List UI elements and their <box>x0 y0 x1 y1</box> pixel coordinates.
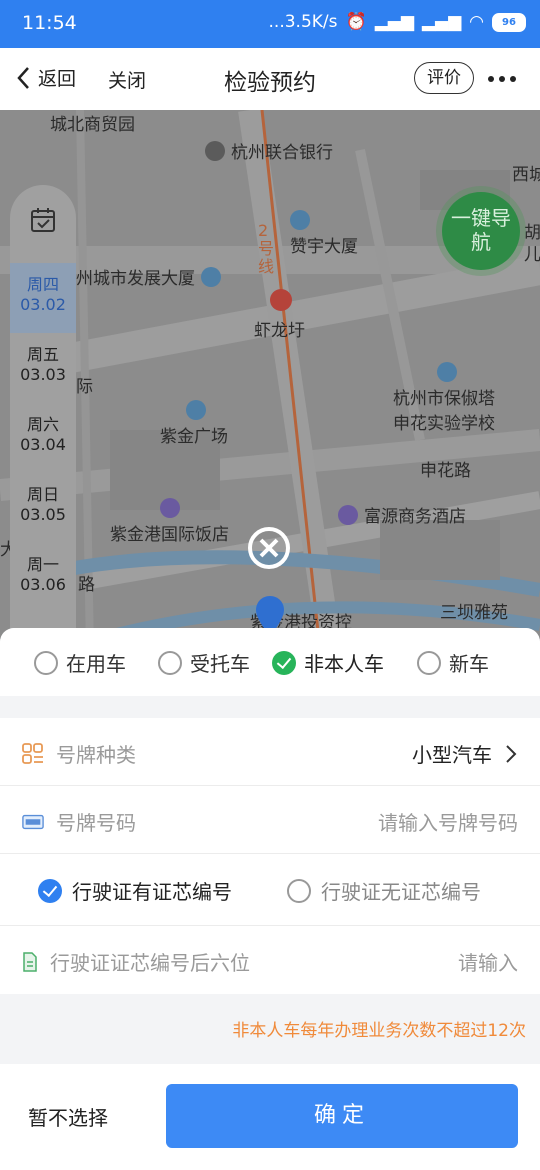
plate-type-row[interactable]: 号牌种类 小型汽车 <box>0 718 540 786</box>
date-item[interactable]: 周一 03.06 <box>10 555 76 595</box>
map-poi: 紫金广场 <box>160 400 228 447</box>
radio-icon <box>287 878 311 903</box>
chip-number-input[interactable]: 请输入 <box>458 947 518 976</box>
building-icon <box>290 210 310 230</box>
vehicle-form: 号牌种类 小型汽车 号牌号码 请输入号牌号码 行驶证有证芯编号 行驶证无证芯编号… <box>0 718 540 994</box>
plate-number-input[interactable]: 请输入号牌号码 <box>378 807 518 836</box>
map-poi: 杭州联合银行 <box>205 138 333 163</box>
radio-icon <box>158 650 182 675</box>
car-type-option[interactable]: 在用车 <box>34 648 126 677</box>
building-icon <box>201 267 221 287</box>
map-poi: 州城市发展大厦 <box>76 264 227 289</box>
alarm-icon: ⏰ <box>345 12 367 32</box>
check-circle-icon <box>272 650 296 675</box>
map-view[interactable]: 城北商贸园 杭州联合银行 西城 2号线 赞宇大厦 州城市发展大厦 虾龙圩 杭州市… <box>0 110 540 650</box>
check-circle-icon <box>38 878 62 903</box>
map-label: 三坝雅苑 <box>440 603 508 623</box>
bank-icon <box>205 141 225 161</box>
rate-button[interactable]: 评价 <box>414 62 474 94</box>
document-icon <box>23 951 37 972</box>
chip-option-selected[interactable]: 行驶证有证芯编号 <box>38 876 232 905</box>
map-poi: 富源商务酒店 <box>338 502 466 527</box>
building-icon <box>186 400 206 420</box>
road-label: 路 <box>78 575 95 595</box>
date-item[interactable]: 周四 03.02 <box>10 275 76 315</box>
battery-icon: 96 <box>492 12 526 32</box>
metro-station-label: 虾龙圩 <box>254 321 305 341</box>
nav-header: 返回 关闭 检验预约 评价 <box>0 48 540 110</box>
plate-number-label: 号牌号码 <box>22 807 136 836</box>
school-icon <box>437 362 457 382</box>
wifi-icon: ◠ <box>469 12 484 32</box>
plate-number-row[interactable]: 号牌号码 请输入号牌号码 <box>0 786 540 854</box>
skip-button[interactable]: 暂不选择 <box>28 1102 108 1131</box>
map-label: 儿 <box>524 245 540 265</box>
more-icon[interactable] <box>488 76 516 82</box>
confirm-button[interactable]: 确定 <box>166 1084 518 1148</box>
one-key-navigation-button[interactable]: 一键导航 <box>442 192 520 270</box>
footer-actions: 暂不选择 确定 <box>0 1064 540 1170</box>
metro-line-label: 2号线 <box>258 221 275 276</box>
plate-type-value: 小型汽车 <box>412 739 518 768</box>
car-type-option[interactable]: 受托车 <box>158 648 250 677</box>
license-plate-icon <box>22 814 44 829</box>
signal-hd-icon: ▂▄▆ <box>421 12 462 32</box>
date-item[interactable]: 周日 03.05 <box>10 485 76 525</box>
status-bar: 11:54 ...3.5K/s ⏰ ▂▄▆ ▂▄▆ ◠ 96 <box>0 0 540 48</box>
car-type-option-selected[interactable]: 非本人车 <box>272 648 384 677</box>
date-item[interactable]: 周六 03.04 <box>10 415 76 455</box>
plate-type-icon <box>22 742 43 764</box>
chip-number-label: 行驶证证芯编号后六位 <box>22 947 250 976</box>
appointment-sheet: 在用车 受托车 非本人车 新车 号牌种类 小型汽车 号牌号码 请输入号牌号码 行… <box>0 628 540 1170</box>
chip-option[interactable]: 行驶证无证芯编号 <box>287 876 481 905</box>
map-poi: 赞宇大厦 <box>290 210 358 257</box>
date-selector: 周四 03.02 周五 03.03 周六 03.04 周日 03.05 周一 03.06 <box>10 185 76 650</box>
chip-option-row: 行驶证有证芯编号 行驶证无证芯编号 <box>0 854 540 926</box>
car-type-selector: 在用车 受托车 非本人车 新车 <box>0 628 540 696</box>
chip-number-row[interactable]: 行驶证证芯编号后六位 请输入 <box>0 926 540 994</box>
signal-icon: ▂▄▆ <box>374 12 414 32</box>
map-label: 西城 <box>512 165 540 185</box>
chevron-right-icon <box>506 744 517 763</box>
hotel-icon <box>160 498 180 518</box>
radio-icon <box>34 650 58 675</box>
map-label: 城北商贸园 <box>50 115 135 135</box>
calendar-icon[interactable] <box>30 207 56 233</box>
status-time: 11:54 <box>22 12 77 34</box>
map-poi: 杭州市保俶塔 申花实验学校 <box>393 362 495 434</box>
status-indicators: ...3.5K/s ⏰ ▂▄▆ ▂▄▆ ◠ 96 <box>269 12 526 32</box>
plate-type-label: 号牌种类 <box>22 739 136 768</box>
network-speed: ...3.5K/s <box>268 12 338 32</box>
hotel-icon <box>338 505 358 525</box>
car-type-option[interactable]: 新车 <box>417 648 489 677</box>
limit-notice: 非本人车每年办理业务次数不超过12次 <box>232 1021 526 1041</box>
road-label: 申花路 <box>420 461 471 481</box>
map-label: 际 <box>76 377 93 397</box>
close-circle-icon[interactable] <box>247 526 291 570</box>
radio-icon <box>417 650 441 675</box>
date-item[interactable]: 周五 03.03 <box>10 345 76 385</box>
map-poi: 紫金港国际饭店 <box>110 498 229 545</box>
